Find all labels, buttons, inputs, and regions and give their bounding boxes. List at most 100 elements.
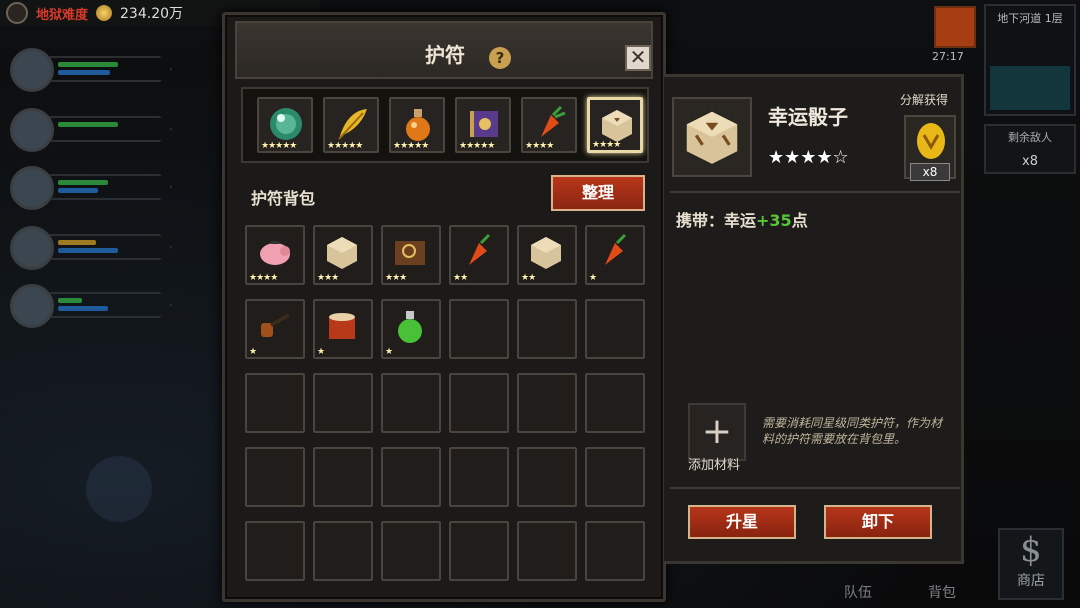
hp-bar [58,180,108,185]
bag-slot-empty[interactable] [517,373,577,433]
bag-slot-empty[interactable] [585,447,645,507]
bag-slot[interactable]: ★★ [517,225,577,285]
equipped-slot-1[interactable]: ★★★★★ [257,97,313,153]
hero-frame [50,174,172,200]
star-rating: ★★ [521,273,536,283]
avatar [10,226,54,270]
hp-bar [58,62,118,67]
star-rating: ★★★★ [592,140,621,150]
add-material-label: 添加材料 [688,458,741,473]
difficulty-label: 地狱难度 [36,7,89,23]
divider [670,487,960,489]
enemy-label: 剩余敌人 [1008,131,1052,144]
golden-feather-icon [338,109,367,140]
minimap[interactable]: 地下河道 1层 [984,4,1076,116]
virtual-joystick[interactable] [86,456,152,522]
avatar [10,48,54,92]
star-rating: ★★★★★ [327,141,363,151]
settings-gear-icon[interactable] [6,2,28,24]
hp-bar [58,122,118,127]
inventory-bag-icon[interactable] [934,6,976,48]
unequip-button[interactable]: 卸下 [824,505,932,539]
bag-slot[interactable]: ★ [313,299,373,359]
bag-slot[interactable]: ★ [245,299,305,359]
detail-item-frame [672,97,752,177]
mp-bar [58,70,110,75]
bag-button[interactable]: 背包 [928,582,956,602]
bag-slot-empty[interactable] [245,373,305,433]
gold-amount: 234.20万 [120,6,184,22]
hp-bar [58,240,96,245]
star-rating: ★★★★★ [261,141,297,151]
hero-portrait-3[interactable] [10,166,172,210]
bag-slot-empty[interactable] [381,447,441,507]
star-rating: ★ [385,347,393,357]
bag-slot-empty[interactable] [313,373,373,433]
hero-frame [50,234,172,260]
bag-slot[interactable]: ★★★ [313,225,373,285]
drum-icon [329,313,355,339]
bag-slot-empty[interactable] [585,299,645,359]
hero-portrait-1[interactable] [10,48,172,92]
bag-slot-empty[interactable] [449,521,509,581]
add-material-slot[interactable]: + [688,403,746,461]
bag-slot-empty[interactable] [517,299,577,359]
equipped-slot-3[interactable]: ★★★★★ [389,97,445,153]
help-icon[interactable]: ? [489,47,511,69]
item-star-rating: ★★★★☆ [768,147,849,168]
hp-bar [58,298,82,303]
star-rating: ★★★★ [525,141,554,151]
bag-slot[interactable]: ★★★★ [245,225,305,285]
star-rating: ★★★★★ [459,141,495,151]
lucky-dice-icon [686,111,738,164]
star-rating: ★★ [453,273,468,283]
smoking-pipe-icon [261,313,290,337]
piggy-bank-icon [260,241,290,265]
equipped-slot-2[interactable]: ★★★★★ [323,97,379,153]
bag-slot[interactable]: ★ [381,299,441,359]
bag-slot-empty[interactable] [585,521,645,581]
bonus-value: +35 [756,211,792,230]
bag-slot-empty[interactable] [245,521,305,581]
hero-frame [50,56,172,82]
bag-slot-empty[interactable] [517,521,577,581]
equipped-slot-6-selected[interactable]: ★★★★ [587,97,643,153]
mp-bar [58,248,118,253]
lucky-dice-icon [531,237,561,269]
star-rating: ★★★★★ [393,141,429,151]
coin-icon [96,5,113,21]
bag-slot-empty[interactable] [517,447,577,507]
mp-bar [58,306,108,311]
bag-slot-empty[interactable] [585,373,645,433]
carrot-charm-icon [541,105,566,137]
bag-slot-empty[interactable] [381,521,441,581]
decompose-label: 分解获得 [900,93,949,107]
upgrade-star-button[interactable]: 升星 [688,505,796,539]
hero-portrait-5[interactable] [10,284,172,328]
amulet-detail-panel: 幸运骰子 ★★★★☆ 分解获得 x8 携带：幸运+35点 + 添加材料 需要消耗… [664,74,964,564]
enemy-counter: 剩余敌人 x8 [984,124,1076,174]
bag-slot-empty[interactable] [449,299,509,359]
hero-portrait-4[interactable] [10,226,172,270]
equipped-slot-4[interactable]: ★★★★★ [455,97,511,153]
bag-slot-empty[interactable] [313,447,373,507]
shop-button[interactable]: $ 商店 [998,528,1064,600]
bag-slot-empty[interactable] [381,373,441,433]
team-button[interactable]: 队伍 [844,582,872,602]
magnifier-book-icon [395,241,425,265]
hero-portrait-2[interactable] [10,108,172,152]
equipped-slot-5[interactable]: ★★★★ [521,97,577,153]
bag-slot[interactable]: ★ [585,225,645,285]
bag-slot-empty[interactable] [245,447,305,507]
sort-button[interactable]: 整理 [551,175,645,211]
bag-slot-empty[interactable] [449,373,509,433]
bag-slot-empty[interactable] [313,521,373,581]
bag-slot-empty[interactable] [449,447,509,507]
close-icon[interactable]: ✕ [625,45,651,71]
bag-slot[interactable]: ★★★ [381,225,441,285]
bag-slot[interactable]: ★★ [449,225,509,285]
avatar [10,166,54,210]
dollar-icon: $ [1020,530,1042,570]
spellbook-icon [470,111,498,137]
lucky-dice-icon [327,237,357,269]
